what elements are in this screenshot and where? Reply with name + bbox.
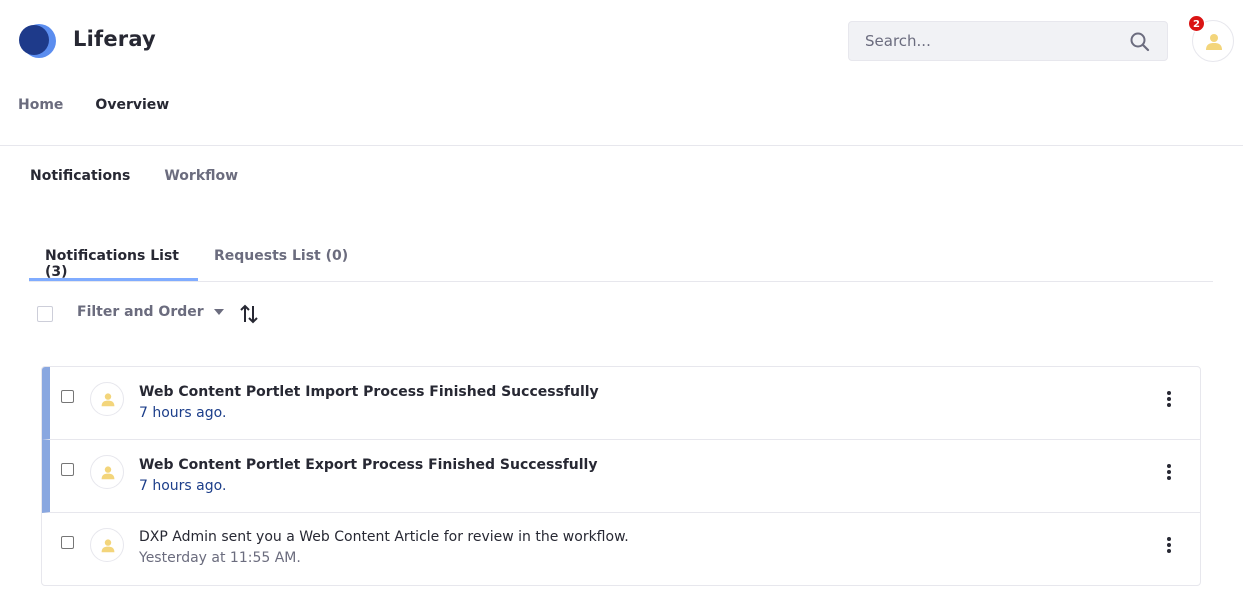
tab-notifications-list[interactable]: Notifications List (3) <box>29 236 198 281</box>
notification-row[interactable]: Web Content Portlet Import Process Finis… <box>42 367 1200 440</box>
sender-avatar <box>90 528 124 562</box>
notification-count-badge: 2 <box>1188 15 1205 32</box>
tab-requests-list[interactable]: Requests List (0) <box>198 236 364 281</box>
nav-divider <box>0 145 1243 146</box>
user-icon <box>101 539 115 553</box>
row-checkbox[interactable] <box>61 536 74 549</box>
user-icon <box>101 466 115 480</box>
sender-avatar <box>90 455 124 489</box>
kebab-menu-icon[interactable] <box>1164 391 1174 409</box>
subnav-item-notifications[interactable]: Notifications <box>30 168 130 184</box>
notification-title[interactable]: DXP Admin sent you a Web Content Article… <box>139 529 629 545</box>
kebab-menu-icon[interactable] <box>1164 464 1174 482</box>
notification-row[interactable]: Web Content Portlet Export Process Finis… <box>42 440 1200 513</box>
nav-item-overview[interactable]: Overview <box>95 97 169 113</box>
kebab-menu-icon[interactable] <box>1164 537 1174 555</box>
user-icon <box>1206 34 1222 50</box>
row-checkbox[interactable] <box>61 390 74 403</box>
search-bar <box>848 21 1168 61</box>
site-name[interactable]: Liferay <box>73 27 156 51</box>
sender-avatar <box>90 382 124 416</box>
row-checkbox[interactable] <box>61 463 74 476</box>
select-all-checkbox[interactable] <box>37 306 53 322</box>
notification-time: Yesterday at 11:55 AM. <box>139 550 301 566</box>
search-icon[interactable] <box>1129 31 1151 53</box>
notification-time: 7 hours ago. <box>139 405 227 421</box>
notifications-list: Web Content Portlet Import Process Finis… <box>41 366 1201 586</box>
subnav-item-workflow[interactable]: Workflow <box>164 168 238 184</box>
filter-and-order-dropdown[interactable]: Filter and Order <box>77 304 224 320</box>
notification-time: 7 hours ago. <box>139 478 227 494</box>
liferay-logo-icon[interactable] <box>17 22 57 60</box>
caret-down-icon <box>213 309 224 315</box>
filter-and-order-label: Filter and Order <box>77 304 204 320</box>
notification-tabs: Notifications List (3) Requests List (0) <box>29 236 1213 282</box>
user-icon <box>101 393 115 407</box>
account-sub-navigation: Notifications Workflow <box>30 168 238 184</box>
notification-title[interactable]: Web Content Portlet Export Process Finis… <box>139 457 597 473</box>
site-header: Liferay 2 <box>0 0 1243 82</box>
notification-row[interactable]: DXP Admin sent you a Web Content Article… <box>42 513 1200 585</box>
notification-title[interactable]: Web Content Portlet Import Process Finis… <box>139 384 599 400</box>
nav-item-home[interactable]: Home <box>18 97 63 113</box>
order-arrows-icon[interactable] <box>238 303 260 325</box>
site-navigation: Home Overview <box>18 97 169 113</box>
search-input[interactable] <box>849 22 1129 60</box>
